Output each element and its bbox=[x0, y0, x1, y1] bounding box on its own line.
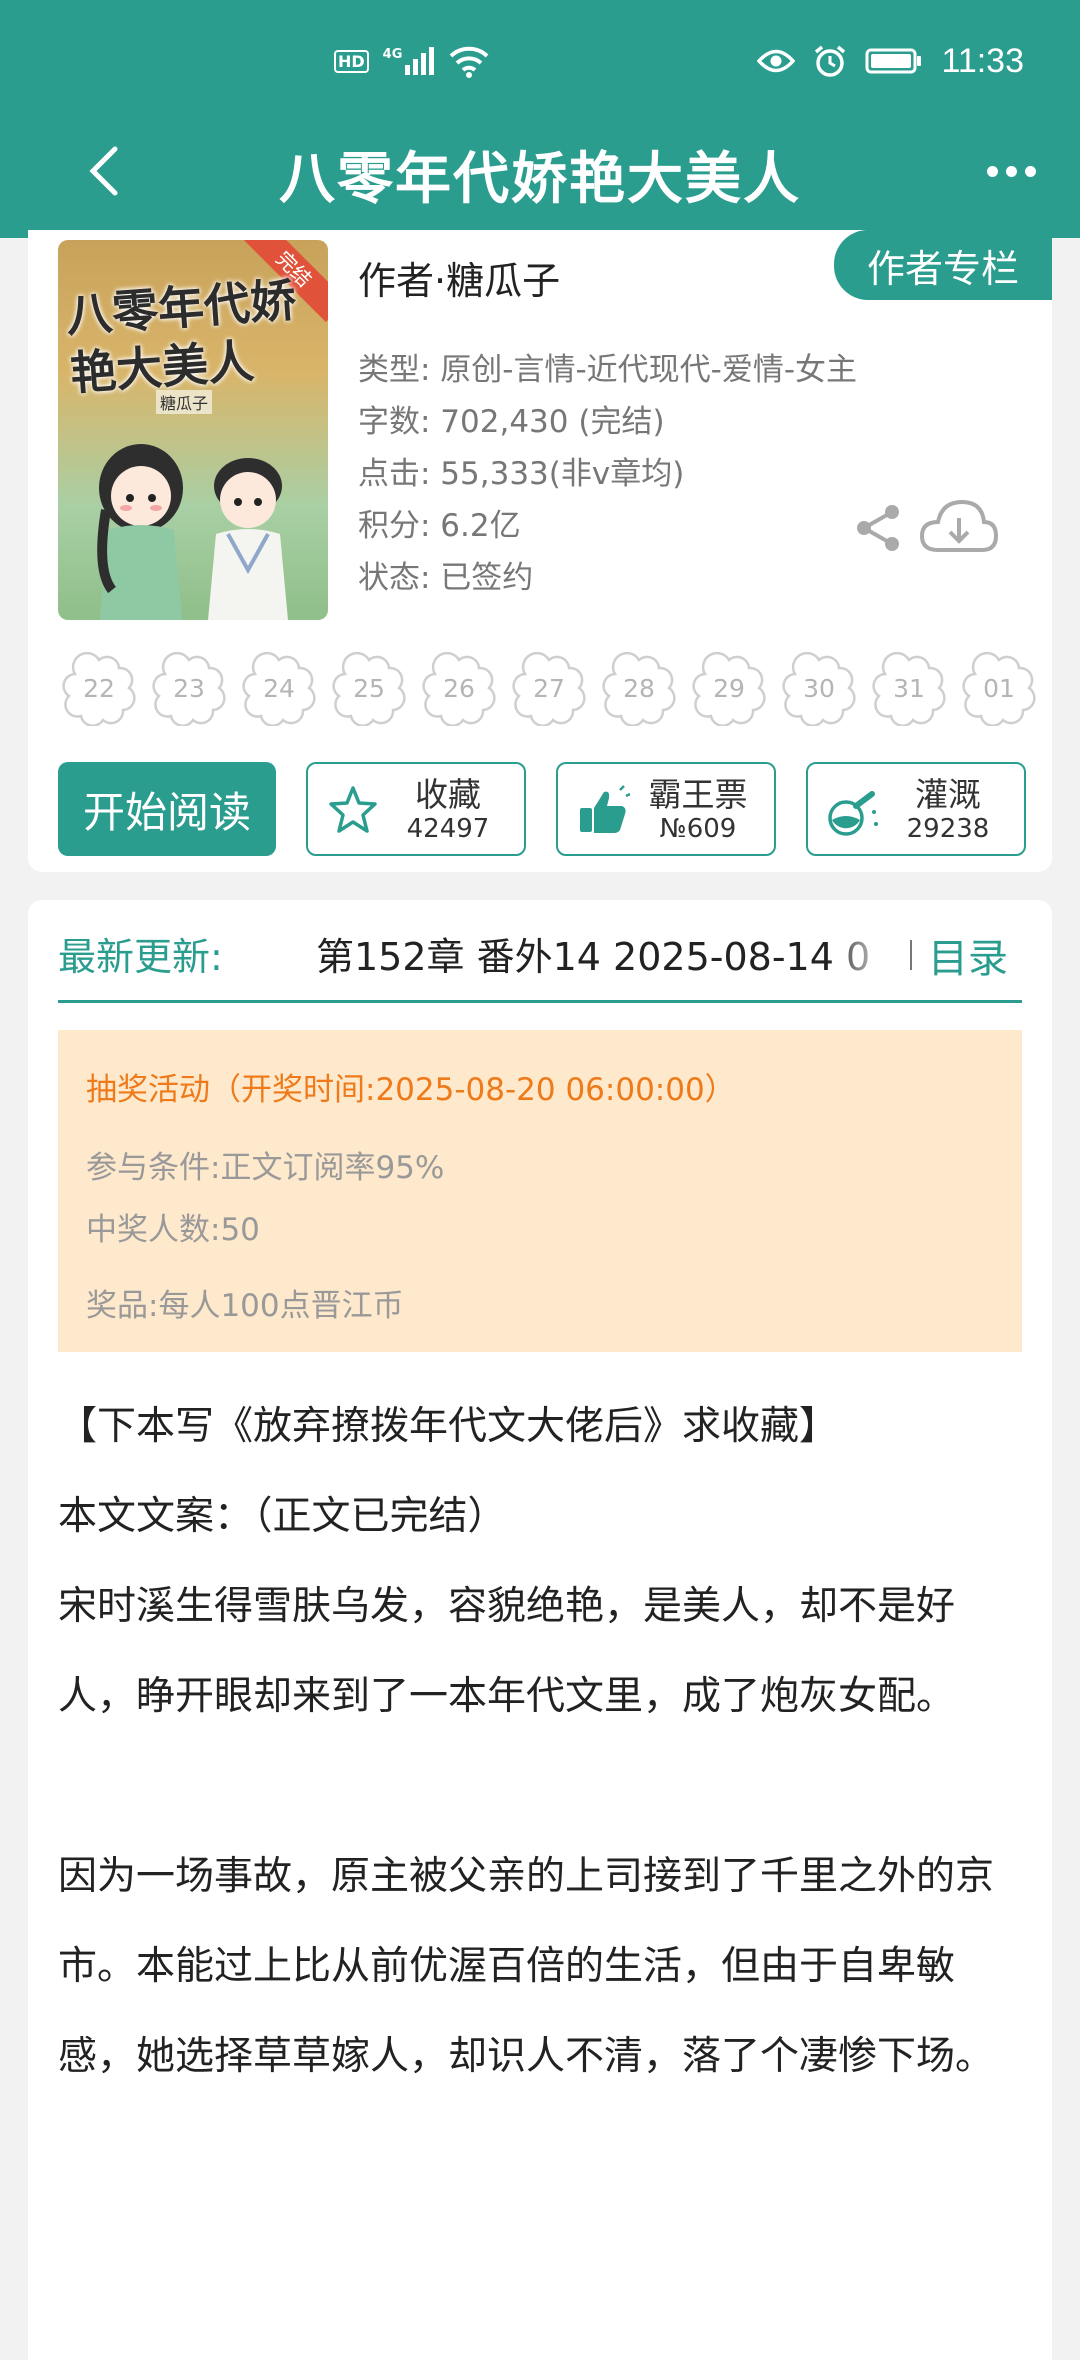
book-detail-card: 最新更新: 第152章 番外14 2025-08-14 0 目录 抽奖活动（开奖… bbox=[28, 900, 1052, 2360]
author-column-button[interactable]: 作者专栏 bbox=[834, 230, 1052, 300]
more-options-button[interactable] bbox=[976, 146, 1046, 196]
flower-day[interactable]: 28 bbox=[602, 652, 676, 726]
more-dots-icon bbox=[986, 165, 998, 177]
author-name[interactable]: 作者·糖瓜子 bbox=[358, 250, 560, 305]
status-bar-right: 11:33 bbox=[757, 38, 1024, 84]
flask-icon bbox=[828, 791, 878, 836]
book-cover[interactable]: 完结 八零年代娇艳大美人 糖瓜子 bbox=[58, 240, 328, 620]
flower-day[interactable]: 30 bbox=[782, 652, 856, 726]
flower-day-label: 30 bbox=[803, 674, 835, 703]
flower-day[interactable]: 01 bbox=[962, 652, 1036, 726]
synopsis-heading: 本文文案：（正文已完结） bbox=[58, 1494, 507, 1539]
irrigate-label: 灌溉 bbox=[915, 775, 981, 814]
meta-clicks: 点击: 55,333(非v章均) bbox=[358, 456, 685, 492]
flower-day-label: 24 bbox=[263, 674, 295, 703]
lottery-winners: 中奖人数:50 bbox=[86, 1212, 260, 1248]
lottery-panel[interactable]: 抽奖活动（开奖时间:2025-08-20 06:00:00） 参与条件:正文订阅… bbox=[58, 1030, 1022, 1352]
divider bbox=[910, 940, 912, 970]
favorite-button[interactable]: 收藏 42497 bbox=[306, 762, 526, 856]
meta-word-count: 字数: 702,430 (完结) bbox=[358, 404, 665, 440]
irrigate-count: 29238 bbox=[906, 814, 990, 844]
flower-day-label: 26 bbox=[443, 674, 475, 703]
flower-day-label: 28 bbox=[623, 674, 655, 703]
flower-day-label: 01 bbox=[983, 674, 1015, 703]
wifi-icon bbox=[450, 46, 489, 78]
flower-day[interactable]: 23 bbox=[152, 652, 226, 726]
navigation-bar: 八零年代娇艳大美人 bbox=[0, 120, 1080, 220]
flower-day[interactable]: 25 bbox=[332, 652, 406, 726]
lottery-prize: 奖品:每人100点晋江币 bbox=[86, 1288, 404, 1324]
flower-day-label: 27 bbox=[533, 674, 565, 703]
cover-girl-illustration bbox=[97, 444, 183, 620]
bawang-count: №609 bbox=[659, 814, 737, 844]
status-bar-left: HD 4G bbox=[334, 40, 490, 82]
book-info-card: 完结 八零年代娇艳大美人 糖瓜子 作者·糖瓜子 作者专栏 类型: 原创-言情-近… bbox=[28, 230, 1052, 872]
page-title: 八零年代娇艳大美人 bbox=[279, 147, 801, 212]
hd-indicator: HD bbox=[334, 49, 369, 73]
signal-label: 4G bbox=[382, 47, 403, 62]
alarm-icon bbox=[815, 45, 846, 77]
share-icon[interactable] bbox=[850, 500, 906, 556]
top-app-bar: HD 4G 11:33 八零年代娇艳大美人 bbox=[0, 0, 1080, 238]
synopsis-paragraph: 因为一场事故，原主被父亲的上司接到了千里之外的京市。本能过上比从前优渥百倍的生活… bbox=[58, 1854, 995, 2079]
cover-author: 糖瓜子 bbox=[156, 390, 213, 414]
start-reading-button[interactable]: 开始阅读 bbox=[58, 762, 276, 856]
recommendation-line: 【下本写《放弃撩拨年代文大佬后》求收藏】 bbox=[58, 1404, 839, 1449]
table-of-contents-link[interactable]: 目录 bbox=[928, 926, 1008, 984]
favorite-label: 收藏 bbox=[415, 775, 481, 814]
bawang-label: 霸王票 bbox=[648, 775, 748, 814]
flower-day[interactable]: 26 bbox=[422, 652, 496, 726]
flower-day-label: 25 bbox=[353, 674, 385, 703]
star-icon bbox=[329, 786, 377, 833]
eye-icon bbox=[757, 49, 796, 73]
bawang-ticket-button[interactable]: 霸王票 №609 bbox=[556, 762, 776, 856]
signal-icon: 4G bbox=[383, 47, 435, 75]
flower-day[interactable]: 29 bbox=[692, 652, 766, 726]
synopsis-paragraph: 宋时溪生得雪肤乌发，容貌绝艳，是美人，却不是好人，睁开眼却来到了一本年代文里，成… bbox=[58, 1584, 956, 1719]
flower-calendar: 22 23 24 25 26 27 28 29 30 31 01 bbox=[62, 652, 1036, 726]
book-meta-list: 类型: 原创-言情-近代现代-爱情-女主 字数: 702,430 (完结) 点击… bbox=[358, 344, 857, 604]
action-row: 开始阅读 收藏 42497 霸王票 №609 灌溉 29238 bbox=[58, 762, 1026, 858]
latest-update-row[interactable]: 最新更新: 第152章 番外14 2025-08-14 0 目录 bbox=[58, 920, 1022, 982]
flower-day-label: 23 bbox=[173, 674, 205, 703]
cloud-download-icon[interactable] bbox=[918, 496, 1000, 560]
clock: 11:33 bbox=[941, 41, 1024, 80]
flower-day[interactable]: 22 bbox=[62, 652, 136, 726]
battery-icon bbox=[865, 48, 922, 74]
flower-day-label: 29 bbox=[713, 674, 745, 703]
cover-boy-illustration bbox=[208, 458, 288, 620]
lottery-title: 抽奖活动（开奖时间:2025-08-20 06:00:00） bbox=[86, 1072, 736, 1108]
cover-title: 八零年代娇艳大美人 bbox=[64, 272, 298, 401]
meta-status: 状态: 已签约 bbox=[358, 560, 534, 596]
lottery-condition: 参与条件:正文订阅率95% bbox=[86, 1150, 445, 1186]
flower-day[interactable]: 31 bbox=[872, 652, 946, 726]
meta-genre: 类型: 原创-言情-近代现代-爱情-女主 bbox=[358, 352, 858, 388]
flower-day-label: 31 bbox=[893, 674, 925, 703]
favorite-count: 42497 bbox=[406, 814, 490, 844]
thumbs-up-icon bbox=[580, 785, 630, 833]
synopsis: 【下本写《放弃撩拨年代文大佬后》求收藏】 本文文案：（正文已完结） 宋时溪生得雪… bbox=[58, 1382, 1028, 2102]
flower-day[interactable]: 27 bbox=[512, 652, 586, 726]
flower-day[interactable]: 24 bbox=[242, 652, 316, 726]
meta-points: 积分: 6.2亿 bbox=[358, 508, 521, 544]
flower-day-label: 22 bbox=[83, 674, 115, 703]
latest-update-underline bbox=[58, 1000, 1022, 1003]
latest-update-label: 最新更新: bbox=[58, 935, 223, 979]
latest-chapter-link[interactable]: 第152章 番外14 2025-08-14 0 bbox=[316, 926, 896, 981]
irrigate-button[interactable]: 灌溉 29238 bbox=[806, 762, 1026, 856]
